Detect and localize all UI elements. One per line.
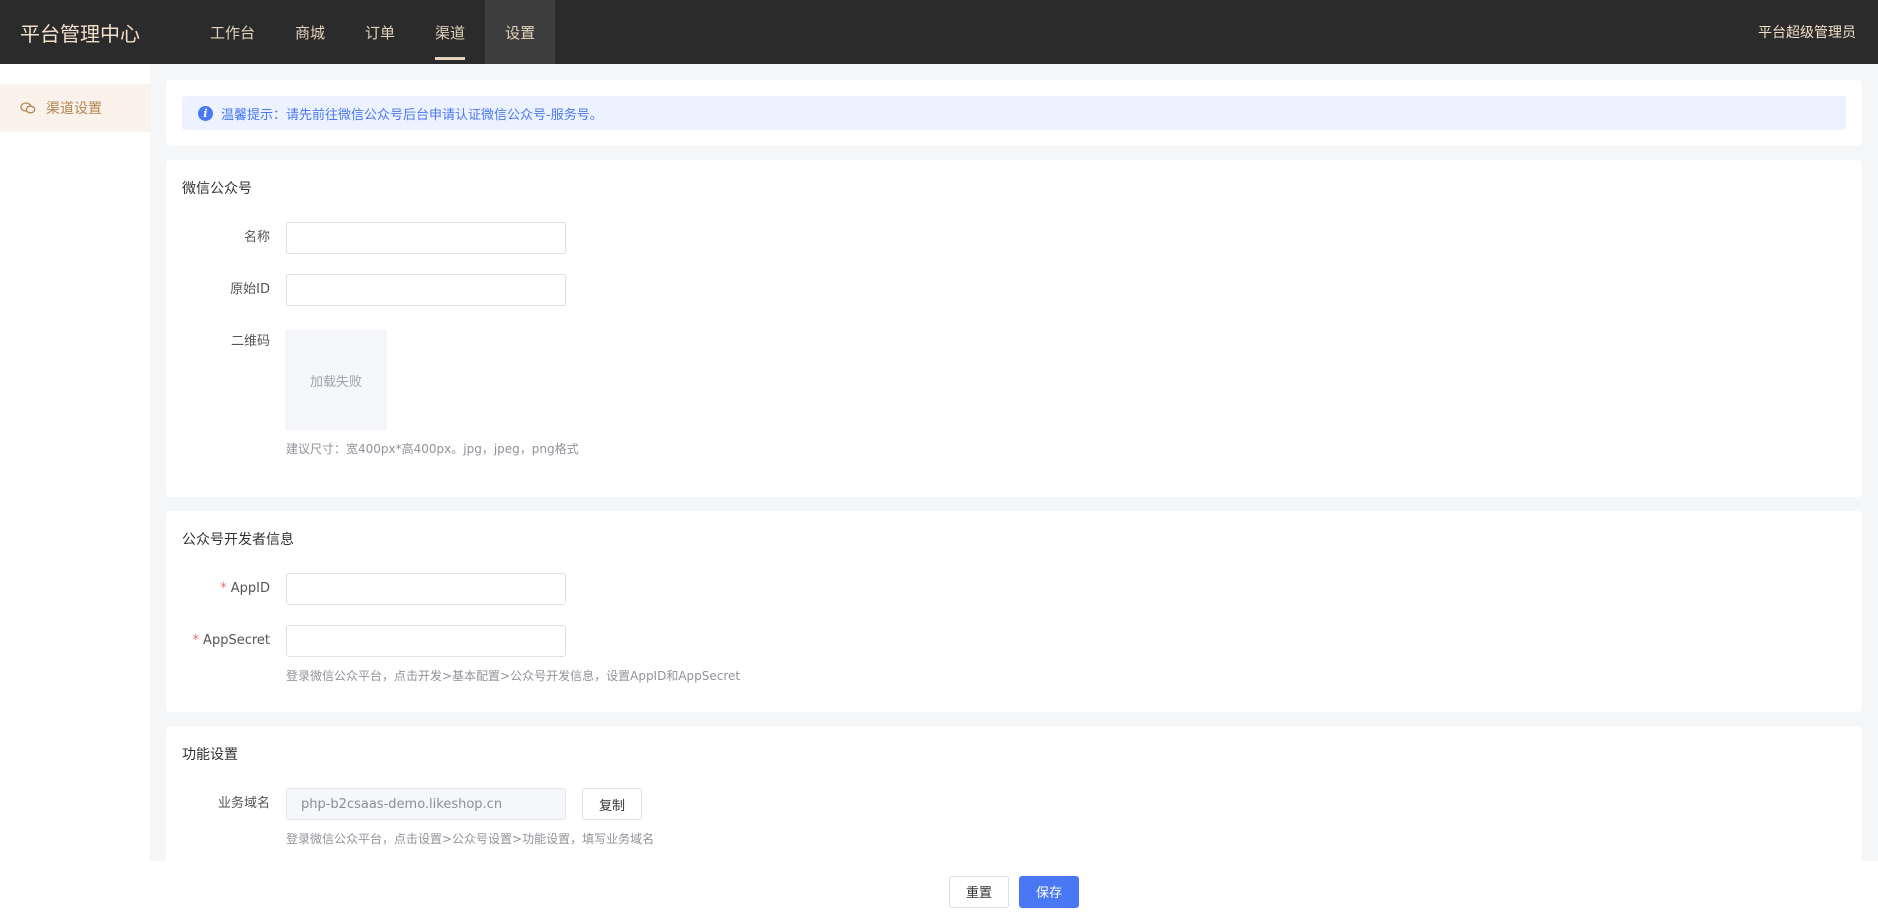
nav-item-mall[interactable]: 商城: [275, 0, 345, 64]
domain-field: 复制 登录微信公众平台，点击设置>公众号设置>功能设置，填写业务域名: [286, 788, 654, 847]
original-id-input[interactable]: [286, 274, 566, 306]
section-title-developer: 公众号开发者信息: [182, 532, 294, 548]
section-title-wechat: 微信公众号: [182, 181, 252, 197]
main-content: i 温馨提示：请先前往微信公众号后台申请认证微信公众号-服务号。 微信公众号 名…: [166, 80, 1862, 897]
brand-title: 平台管理中心: [20, 21, 140, 46]
qrcode-label: 二维码: [230, 334, 270, 349]
save-button[interactable]: 保存: [1019, 875, 1080, 908]
top-nav: 工作台 商城 订单 渠道 设置: [190, 0, 556, 64]
form-row-appsecret: * AppSecret 登录微信公众平台，点击开发>基本配置>公众号开发信息，设置…: [182, 625, 1846, 684]
qrcode-load-failed-text: 加载失败: [309, 374, 362, 390]
appsecret-label-text: AppSecret: [203, 633, 270, 648]
copy-button[interactable]: 复制: [582, 788, 643, 820]
nav-item-channels[interactable]: 渠道: [415, 0, 485, 64]
appsecret-hint: 登录微信公众平台，点击开发>基本配置>公众号开发信息，设置AppID和AppSe…: [286, 669, 741, 683]
sidebar-item-label: 渠道设置: [46, 101, 102, 117]
form-row-qrcode: 二维码 加载失败 建议尺寸：宽400px*高400px。jpg，jpeg，png…: [182, 326, 1846, 457]
name-label: 名称: [243, 230, 270, 245]
notice-text: 温馨提示：请先前往微信公众号后台申请认证微信公众号-服务号。: [221, 107, 603, 123]
qrcode-field: 加载失败 建议尺寸：宽400px*高400px。jpg，jpeg，png格式: [286, 326, 579, 457]
appid-input[interactable]: [286, 573, 566, 605]
domain-input: [286, 788, 566, 820]
required-mark: *: [192, 633, 200, 648]
sidebar-item-channel-settings[interactable]: 渠道设置: [0, 84, 150, 132]
appsecret-label: * AppSecret: [182, 625, 286, 657]
wechat-account-card: 微信公众号 名称 原始ID 二维码 加载失败 建议尺寸：宽400px*高400p…: [166, 160, 1862, 497]
appsecret-input[interactable]: [286, 625, 566, 657]
chat-bubbles-icon: [20, 102, 36, 114]
footer-actions: 重置 保存: [0, 861, 1878, 922]
nav-item-orders[interactable]: 订单: [345, 0, 415, 64]
sidebar: 渠道设置: [0, 64, 150, 922]
appid-label: * AppID: [182, 573, 286, 605]
notice-card: i 温馨提示：请先前往微信公众号后台申请认证微信公众号-服务号。: [166, 80, 1862, 146]
nav-item-settings[interactable]: 设置: [485, 0, 556, 64]
form-row-name: 名称: [182, 222, 1846, 254]
function-settings-card: 功能设置 业务域名 复制 登录微信公众平台，点击设置>公众号设置>功能设置，填写…: [166, 726, 1862, 883]
name-input[interactable]: [286, 222, 566, 254]
appid-label-text: AppID: [230, 581, 270, 596]
form-row-original-id: 原始ID: [182, 274, 1846, 306]
form-row-domain: 业务域名 复制 登录微信公众平台，点击设置>公众号设置>功能设置，填写业务域名: [182, 788, 1846, 847]
developer-info-card: 公众号开发者信息 * AppID * AppSecret 登录微信公众平台，点击开发…: [166, 511, 1862, 712]
nav-item-workbench[interactable]: 工作台: [190, 0, 275, 64]
original-id-label: 原始ID: [230, 282, 270, 297]
info-icon: i: [198, 105, 213, 121]
qrcode-hint: 建议尺寸：宽400px*高400px。jpg，jpeg，png格式: [286, 442, 579, 456]
user-menu[interactable]: 平台超级管理员: [1758, 0, 1856, 64]
required-mark: *: [220, 581, 227, 596]
notice-banner: i 温馨提示：请先前往微信公众号后台申请认证微信公众号-服务号。: [182, 96, 1846, 130]
reset-button[interactable]: 重置: [948, 875, 1009, 908]
appsecret-field: 登录微信公众平台，点击开发>基本配置>公众号开发信息，设置AppID和AppSe…: [286, 625, 740, 684]
domain-hint: 登录微信公众平台，点击设置>公众号设置>功能设置，填写业务域名: [286, 832, 655, 846]
form-row-appid: * AppID: [182, 573, 1846, 605]
qrcode-upload[interactable]: 加载失败: [286, 330, 386, 430]
section-title-function: 功能设置: [182, 747, 238, 763]
top-bar: 平台管理中心 工作台 商城 订单 渠道 设置 平台超级管理员: [0, 0, 1878, 64]
domain-label: 业务域名: [217, 796, 270, 811]
